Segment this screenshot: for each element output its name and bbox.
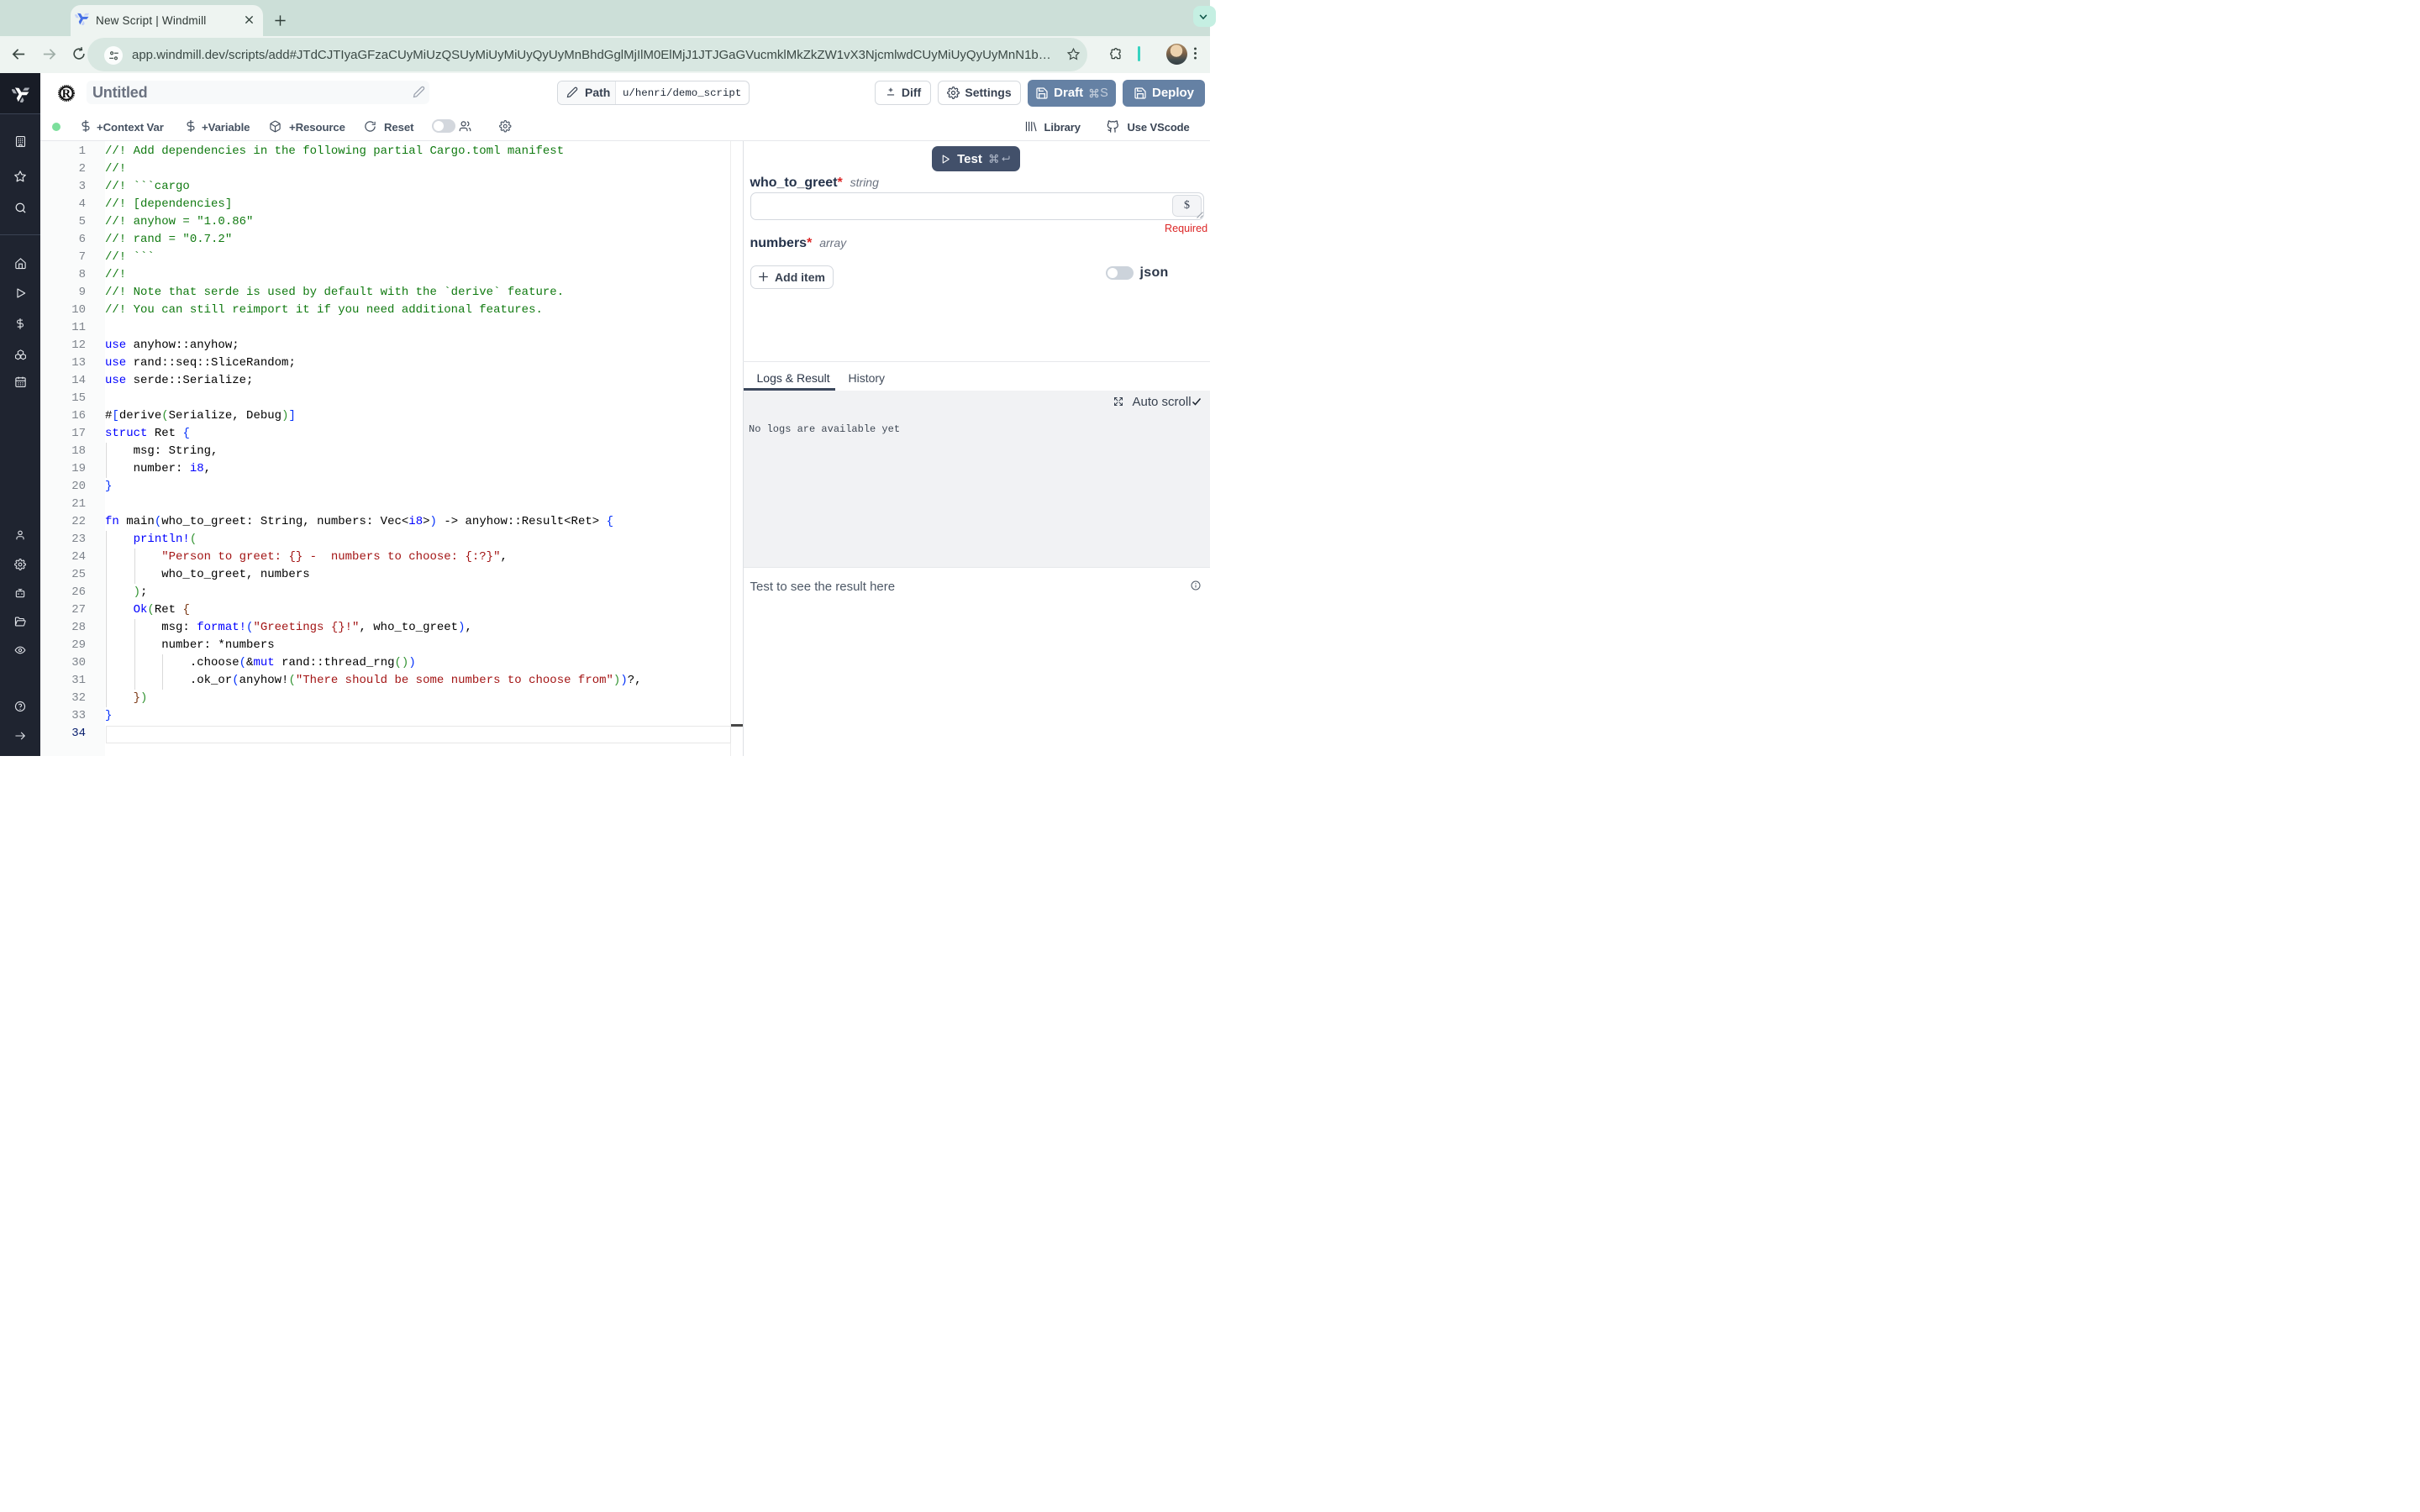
svg-text:R: R [62, 87, 71, 100]
